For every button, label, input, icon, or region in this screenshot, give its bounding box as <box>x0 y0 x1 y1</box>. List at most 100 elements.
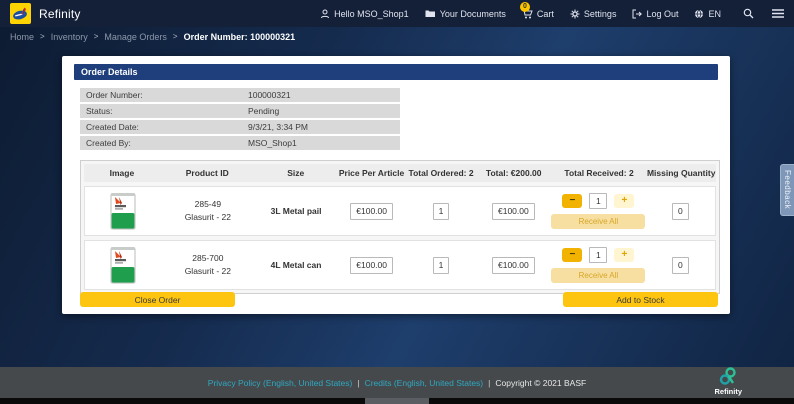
top-header: Refinity Hello MSO_Shop1 Your Documents … <box>0 0 794 27</box>
language-label: EN <box>708 8 721 19</box>
greeting-label: Hello MSO_Shop1 <box>334 8 409 19</box>
action-buttons: Close Order Add to Stock <box>80 292 718 307</box>
footer: Privacy Policy (English, United States) … <box>0 367 794 398</box>
created-date-row: Created Date: 9/3/21, 3:34 PM <box>80 120 400 134</box>
status-row: Status: Pending <box>80 104 400 118</box>
paint-can-image <box>110 193 136 230</box>
received-cell: − + Receive All <box>551 193 646 229</box>
items-header-row: Image Product ID Size Price Per Article … <box>84 164 716 182</box>
missing-value: 0 <box>671 256 689 274</box>
settings-label: Settings <box>583 8 617 19</box>
refinity-logo-icon <box>720 367 736 385</box>
logout-link[interactable]: Log Out <box>632 9 678 19</box>
refinity-footer-logo: Refinity <box>714 366 742 396</box>
field-label: Order Number: <box>86 90 143 100</box>
receive-all-button[interactable]: Receive All <box>551 268 646 283</box>
missing-cell: 0 <box>646 202 715 220</box>
search-button[interactable] <box>743 8 754 19</box>
order-summary-table: Order Number: 100000321 Status: Pending … <box>80 88 400 150</box>
cart-label: Cart <box>536 8 554 19</box>
ordered-value: 1 <box>432 256 450 274</box>
field-value: 100000321 <box>248 90 291 100</box>
add-to-stock-button[interactable]: Add to Stock <box>563 292 718 307</box>
size-cell: 4L Metal can <box>255 260 337 270</box>
header-total-received: Total Received: 2 <box>564 168 634 178</box>
decrease-quantity-button[interactable]: − <box>562 248 583 262</box>
received-cell: − + Receive All <box>551 247 646 283</box>
footer-separator: | <box>357 377 360 388</box>
credits-link[interactable]: Credits (English, United States) <box>365 378 484 388</box>
breadcrumb-separator: > <box>93 32 99 41</box>
header-price: Price Per Article <box>338 168 405 178</box>
logout-label: Log Out <box>646 8 679 19</box>
missing-cell: 0 <box>646 256 715 274</box>
breadcrumb-home[interactable]: Home <box>10 32 34 42</box>
app-title: Refinity <box>39 6 81 21</box>
copyright-text: Copyright © 2021 BASF <box>495 377 587 388</box>
globe-icon <box>695 9 704 18</box>
product-id-cell: 285-700 Glasurit - 22 <box>161 252 256 278</box>
product-brand: Glasurit - 22 <box>184 212 231 222</box>
glasurit-logo-icon[interactable] <box>10 3 31 24</box>
header-image: Image <box>109 168 135 178</box>
total-value: €100.00 <box>492 256 535 274</box>
product-image <box>85 191 161 231</box>
field-label: Status: <box>86 106 113 116</box>
decrease-quantity-button[interactable]: − <box>562 194 583 208</box>
quantity-stepper: − + <box>562 193 635 209</box>
receive-all-button[interactable]: Receive All <box>551 214 646 229</box>
product-id-cell: 285-49 Glasurit - 22 <box>161 198 256 224</box>
glasurit-logo-graphic <box>13 7 27 20</box>
breadcrumb-current: Order Number: 100000321 <box>183 31 296 42</box>
product-brand: Glasurit - 22 <box>184 266 231 276</box>
cart-badge: 0 <box>519 1 530 12</box>
size-value: 4L Metal can <box>270 260 322 270</box>
breadcrumb-inventory[interactable]: Inventory <box>51 32 88 42</box>
total-cell: €100.00 <box>476 256 552 274</box>
breadcrumb: Home > Inventory > Manage Orders > Order… <box>0 27 794 46</box>
user-icon <box>321 9 330 18</box>
bottom-strip <box>0 398 794 404</box>
ordered-value: 1 <box>432 202 450 220</box>
received-quantity-input[interactable] <box>589 247 608 263</box>
product-id: 285-49 <box>194 199 222 210</box>
field-label: Created Date: <box>86 122 139 132</box>
increase-quantity-button[interactable]: + <box>614 194 635 208</box>
breadcrumb-manage-orders[interactable]: Manage Orders <box>104 32 167 42</box>
menu-button[interactable] <box>772 9 784 18</box>
field-label: Created By: <box>86 138 131 148</box>
refinity-logo-label: Refinity <box>714 387 742 396</box>
search-icon <box>743 8 754 19</box>
close-order-button[interactable]: Close Order <box>80 292 235 307</box>
brand: Refinity <box>10 3 81 24</box>
settings-link[interactable]: Settings <box>570 8 617 19</box>
your-documents-label: Your Documents <box>439 8 506 19</box>
header-missing-quantity: Missing Quantity <box>646 168 716 178</box>
language-selector[interactable]: EN <box>694 9 721 19</box>
order-number-row: Order Number: 100000321 <box>80 88 400 102</box>
missing-value: 0 <box>671 202 689 220</box>
breadcrumb-separator: > <box>172 32 178 41</box>
footer-separator: | <box>488 377 491 388</box>
total-value: €100.00 <box>492 202 535 220</box>
header-size: Size <box>287 168 305 178</box>
your-documents-link[interactable]: Your Documents <box>425 9 506 19</box>
feedback-tab[interactable]: Feedback <box>780 164 794 216</box>
size-value: 3L Metal pail <box>270 206 322 216</box>
price-cell: €100.00 <box>337 202 406 220</box>
increase-quantity-button[interactable]: + <box>614 248 635 262</box>
ordered-cell: 1 <box>406 256 475 274</box>
cart-link[interactable]: 0 Cart <box>519 1 554 19</box>
price-value: €100.00 <box>350 256 393 274</box>
hamburger-icon <box>772 9 784 18</box>
total-cell: €100.00 <box>476 202 552 220</box>
user-menu[interactable]: Hello MSO_Shop1 <box>320 9 409 19</box>
logout-icon <box>632 9 643 18</box>
privacy-policy-link[interactable]: Privacy Policy (English, United States) <box>208 378 353 388</box>
size-cell: 3L Metal pail <box>255 206 337 216</box>
item-row-285-49: 285-49 Glasurit - 22 3L Metal pail €100.… <box>84 186 716 236</box>
ordered-cell: 1 <box>406 202 475 220</box>
folder-icon <box>425 10 435 17</box>
breadcrumb-separator: > <box>40 32 45 41</box>
received-quantity-input[interactable] <box>589 193 608 209</box>
